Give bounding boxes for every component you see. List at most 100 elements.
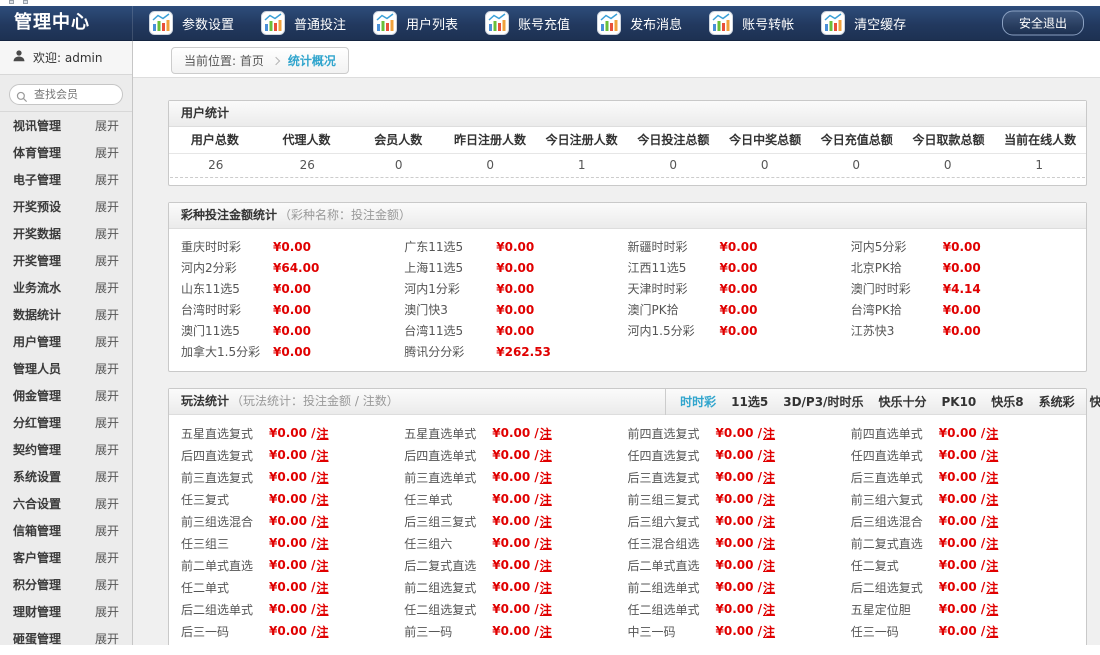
sidebar-item[interactable]: 理财管理 展开: [0, 598, 132, 625]
sidebar-item[interactable]: 开奖数据 展开: [0, 220, 132, 247]
bet-count-link[interactable]: 注: [986, 513, 998, 530]
breadcrumb-current[interactable]: 统计概况: [288, 52, 336, 69]
bet-count-link[interactable]: 注: [763, 535, 775, 552]
bet-count-link[interactable]: 注: [540, 513, 552, 530]
bet-count-link[interactable]: 注: [540, 557, 552, 574]
expand-toggle[interactable]: 展开: [95, 117, 119, 134]
bet-count-link[interactable]: 注: [317, 557, 329, 574]
play-tab[interactable]: 快3: [1090, 390, 1100, 415]
expand-toggle[interactable]: 展开: [95, 333, 119, 350]
sidebar-item[interactable]: 信箱管理 展开: [0, 517, 132, 544]
expand-toggle[interactable]: 展开: [95, 549, 119, 566]
play-tab[interactable]: 快乐8: [991, 390, 1023, 415]
expand-toggle[interactable]: 展开: [95, 252, 119, 269]
bet-count-link[interactable]: 注: [540, 491, 552, 508]
nav-item[interactable]: 普通投注: [261, 11, 346, 35]
bet-count-link[interactable]: 注: [986, 447, 998, 464]
bet-count-link[interactable]: 注: [540, 535, 552, 552]
bet-count-link[interactable]: 注: [763, 557, 775, 574]
bet-count-link[interactable]: 注: [317, 447, 329, 464]
bet-count-link[interactable]: 注: [763, 513, 775, 530]
expand-toggle[interactable]: 展开: [95, 225, 119, 242]
bet-count-link[interactable]: 注: [540, 425, 552, 442]
play-tab[interactable]: 快乐十分: [878, 390, 926, 415]
expand-toggle[interactable]: 展开: [95, 306, 119, 323]
bet-count-link[interactable]: 注: [540, 469, 552, 486]
bet-count-link[interactable]: 注: [540, 579, 552, 596]
nav-item[interactable]: 清空缓存: [821, 11, 906, 35]
expand-toggle[interactable]: 展开: [95, 576, 119, 593]
expand-toggle[interactable]: 展开: [95, 468, 119, 485]
bet-count-link[interactable]: 注: [317, 645, 329, 646]
expand-toggle[interactable]: 展开: [95, 414, 119, 431]
bet-count-link[interactable]: 注: [763, 601, 775, 618]
sidebar-item[interactable]: 开奖预设 展开: [0, 193, 132, 220]
expand-toggle[interactable]: 展开: [95, 171, 119, 188]
sidebar-item[interactable]: 积分管理 展开: [0, 571, 132, 598]
sidebar-item[interactable]: 数据统计 展开: [0, 301, 132, 328]
bet-count-link[interactable]: 注: [540, 623, 552, 640]
bet-count-link[interactable]: 注: [986, 601, 998, 618]
play-tab[interactable]: 11选5: [731, 390, 768, 415]
bet-count-link[interactable]: 注: [763, 425, 775, 442]
bet-count-link[interactable]: 注: [317, 425, 329, 442]
bet-count-link[interactable]: 注: [986, 557, 998, 574]
sidebar-item[interactable]: 体育管理 展开: [0, 139, 132, 166]
nav-item[interactable]: 用户列表: [373, 11, 458, 35]
expand-toggle[interactable]: 展开: [95, 198, 119, 215]
expand-toggle[interactable]: 展开: [95, 630, 119, 647]
member-search-input[interactable]: [9, 84, 123, 105]
play-tab[interactable]: PK10: [941, 390, 976, 415]
sidebar-item[interactable]: 砸蛋管理 展开: [0, 625, 132, 652]
sidebar-item[interactable]: 用户管理 展开: [0, 328, 132, 355]
bet-count-link[interactable]: 注: [317, 623, 329, 640]
bet-count-link[interactable]: 注: [763, 447, 775, 464]
nav-item[interactable]: 账号转帐: [709, 11, 794, 35]
bet-count-link[interactable]: 注: [540, 601, 552, 618]
bet-count-link[interactable]: 注: [540, 645, 552, 646]
sidebar-item[interactable]: 客户管理 展开: [0, 544, 132, 571]
bet-count-link[interactable]: 注: [986, 535, 998, 552]
sidebar-item[interactable]: 系统设置 展开: [0, 463, 132, 490]
sidebar-item[interactable]: 分红管理 展开: [0, 409, 132, 436]
expand-toggle[interactable]: 展开: [95, 279, 119, 296]
sidebar-item[interactable]: 契约管理 展开: [0, 436, 132, 463]
logout-button[interactable]: 安全退出: [1001, 10, 1084, 36]
bet-count-link[interactable]: 注: [317, 469, 329, 486]
expand-toggle[interactable]: 展开: [95, 360, 119, 377]
bet-count-link[interactable]: 注: [986, 469, 998, 486]
breadcrumb-location[interactable]: 当前位置: 首页: [184, 52, 264, 69]
expand-toggle[interactable]: 展开: [95, 387, 119, 404]
sidebar-item[interactable]: 六合设置 展开: [0, 490, 132, 517]
sidebar-item[interactable]: 管理人员 展开: [0, 355, 132, 382]
bet-count-link[interactable]: 注: [763, 579, 775, 596]
bet-count-link[interactable]: 注: [763, 623, 775, 640]
bet-count-link[interactable]: 注: [986, 491, 998, 508]
play-tab[interactable]: 系统彩: [1039, 390, 1075, 415]
bet-count-link[interactable]: 注: [986, 623, 998, 640]
bet-count-link[interactable]: 注: [317, 491, 329, 508]
sidebar-item[interactable]: 电子管理 展开: [0, 166, 132, 193]
bet-count-link[interactable]: 注: [317, 513, 329, 530]
bet-count-link[interactable]: 注: [540, 447, 552, 464]
bet-count-link[interactable]: 注: [986, 579, 998, 596]
expand-toggle[interactable]: 展开: [95, 441, 119, 458]
play-tab[interactable]: 时时彩: [680, 390, 716, 415]
play-tab[interactable]: 3D/P3/时时乐: [783, 390, 863, 415]
bet-count-link[interactable]: 注: [317, 535, 329, 552]
expand-toggle[interactable]: 展开: [95, 522, 119, 539]
nav-item[interactable]: 参数设置: [149, 11, 234, 35]
bet-count-link[interactable]: 注: [763, 491, 775, 508]
bet-count-link[interactable]: 注: [986, 645, 998, 646]
bet-count-link[interactable]: 注: [986, 425, 998, 442]
bet-count-link[interactable]: 注: [763, 469, 775, 486]
bet-count-link[interactable]: 注: [317, 579, 329, 596]
nav-item[interactable]: 发布消息: [597, 11, 682, 35]
expand-toggle[interactable]: 展开: [95, 495, 119, 512]
sidebar-item[interactable]: 业务流水 展开: [0, 274, 132, 301]
bet-count-link[interactable]: 注: [763, 645, 775, 646]
expand-toggle[interactable]: 展开: [95, 144, 119, 161]
sidebar-item[interactable]: 视讯管理 展开: [0, 112, 132, 139]
bet-count-link[interactable]: 注: [317, 601, 329, 618]
nav-item[interactable]: 账号充值: [485, 11, 570, 35]
